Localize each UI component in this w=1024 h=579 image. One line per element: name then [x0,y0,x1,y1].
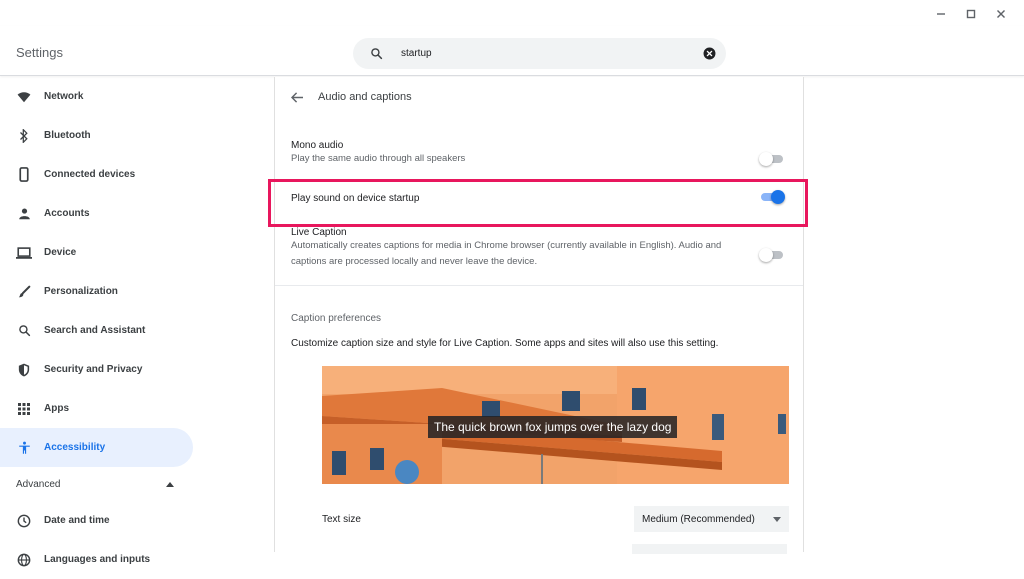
search-icon [16,323,32,339]
sidebar-item-device[interactable]: Device [0,233,210,272]
sidebar-item-date-and-time[interactable]: Date and time [0,501,210,540]
caption-preferences-title: Caption preferences [291,313,382,324]
sidebar-item-search-and-assistant[interactable]: Search and Assistant [0,311,210,350]
sidebar-item-label: Languages and inputs [44,554,151,565]
text-size-label: Text size [322,513,361,525]
person-icon [16,206,32,222]
sidebar-item-bluetooth[interactable]: Bluetooth [0,116,210,155]
sidebar-item-label: Accounts [44,208,90,219]
highlight-box [268,179,808,227]
brush-icon [16,284,32,300]
clear-search-icon[interactable] [692,47,726,60]
sidebar-item-network[interactable]: Network [0,77,210,116]
sidebar: Network Bluetooth Connected devices Acco… [0,77,210,566]
clock-icon [16,513,32,529]
back-arrow-icon[interactable] [291,91,304,103]
audio-and-captions-panel: Audio and captions Mono audio Play the s… [274,77,804,554]
page-header: Audio and captions [275,77,803,117]
text-font-select[interactable] [632,544,787,554]
dropdown-arrow-icon [773,514,781,525]
accessibility-icon [16,440,32,456]
sidebar-item-languages-and-inputs[interactable]: Languages and inputs [0,540,210,579]
sidebar-item-personalization[interactable]: Personalization [0,272,210,311]
bluetooth-icon [16,128,32,144]
minimize-icon[interactable] [928,1,954,27]
sidebar-item-accessibility[interactable]: Accessibility [0,428,193,467]
mono-audio-description: Play the same audio through all speakers [291,153,466,164]
search-box[interactable] [353,38,726,69]
sidebar-item-label: Device [44,247,77,258]
sidebar-item-label: Date and time [44,515,110,526]
top-bar: Settings [0,26,1024,76]
divider [275,285,803,286]
live-caption-label: Live Caption [291,227,347,238]
advanced-section-toggle[interactable]: Advanced [0,467,190,501]
sidebar-item-apps[interactable]: Apps [0,389,210,428]
maximize-icon[interactable] [958,1,984,27]
sidebar-item-label: Network [44,91,84,102]
sidebar-item-label: Search and Assistant [44,325,146,336]
sidebar-item-label: Connected devices [44,169,136,180]
preview-caption-text: The quick brown fox jumps over the lazy … [428,416,678,438]
laptop-icon [16,245,32,261]
text-size-select[interactable]: Medium (Recommended) [634,506,789,532]
mono-audio-row[interactable]: Mono audio Play the same audio through a… [275,140,803,172]
sidebar-item-security-and-privacy[interactable]: Security and Privacy [0,350,210,389]
live-caption-description: Automatically creates captions for media… [291,240,722,267]
text-size-value: Medium (Recommended) [642,513,755,525]
sidebar-item-label: Accessibility [44,442,106,453]
sidebar-item-accounts[interactable]: Accounts [0,194,210,233]
page-title: Audio and captions [318,91,412,103]
chevron-up-icon [166,479,174,490]
sidebar-item-connected-devices[interactable]: Connected devices [0,155,210,194]
window-controls [928,0,1024,28]
apps-grid-icon [16,401,32,417]
sidebar-item-label: Apps [44,403,69,414]
caption-preview-image: The quick brown fox jumps over the lazy … [322,366,789,484]
mono-audio-toggle[interactable] [759,152,785,166]
caption-preferences-description: Customize caption size and style for Liv… [291,338,719,349]
sidebar-item-label: Security and Privacy [44,364,143,375]
text-size-row: Text size Medium (Recommended) [322,506,789,532]
close-window-icon[interactable] [988,1,1014,27]
search-icon [353,47,399,60]
sidebar-item-label: Personalization [44,286,118,297]
app-title: Settings [16,45,63,60]
sidebar-item-label: Bluetooth [44,130,91,141]
phone-icon [16,167,32,183]
mono-audio-label: Mono audio [291,140,344,151]
shield-icon [16,362,32,378]
advanced-label: Advanced [16,478,61,490]
globe-icon [16,552,32,568]
search-input[interactable] [399,48,692,59]
live-caption-row[interactable]: Live Caption Automatically creates capti… [275,227,803,277]
wifi-icon [16,89,32,105]
live-caption-toggle[interactable] [759,248,785,262]
